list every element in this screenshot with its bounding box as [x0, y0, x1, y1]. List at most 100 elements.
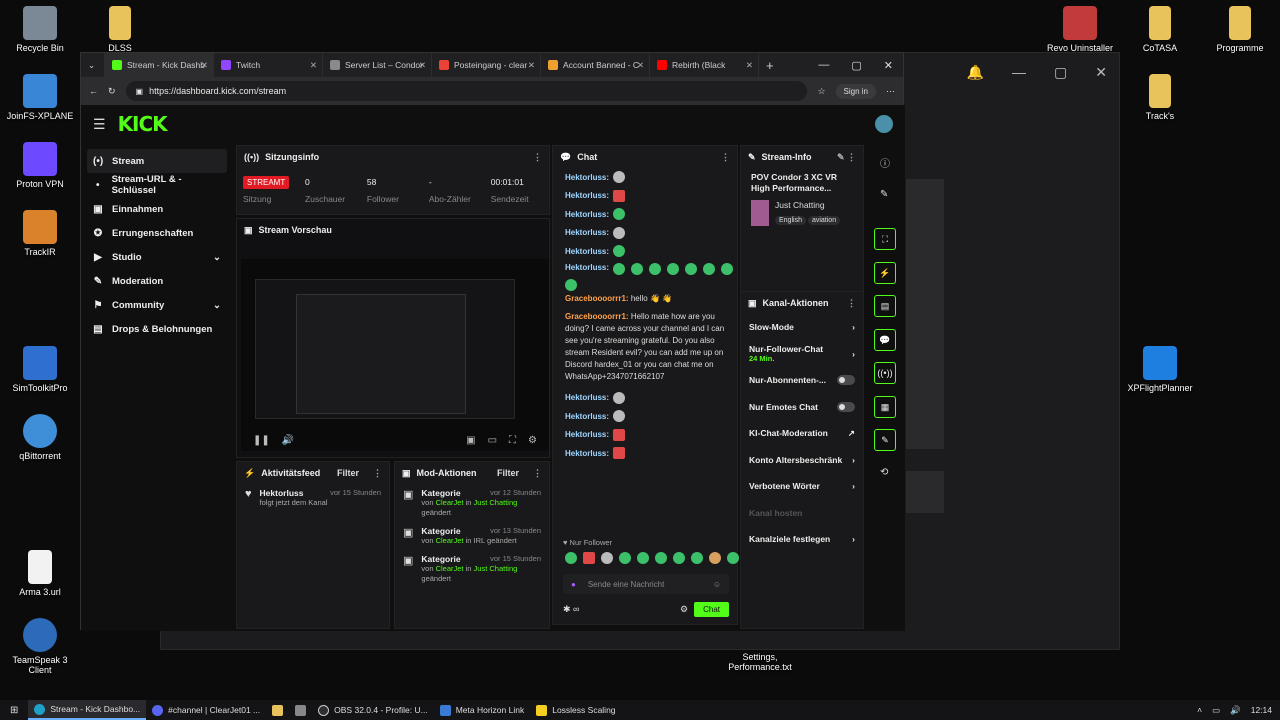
- tab-gmail[interactable]: Posteingang - clear ✕: [432, 53, 541, 77]
- rail-button-chat[interactable]: 💬: [874, 329, 896, 351]
- tab-account-banned[interactable]: Account Banned - C ✕: [541, 53, 650, 77]
- tab-server-list[interactable]: Server List – Condor ✕: [323, 53, 432, 77]
- emotes-toggle[interactable]: [837, 401, 855, 412]
- network-icon[interactable]: ▭: [1212, 705, 1220, 716]
- emote-icon[interactable]: [655, 552, 667, 564]
- sign-in-button[interactable]: Sign in: [835, 83, 876, 99]
- rail-button-bolt[interactable]: ⚡: [874, 262, 896, 284]
- chevron-up-icon[interactable]: ˄: [1197, 705, 1202, 715]
- tab-twitch[interactable]: Twitch ✕: [214, 53, 323, 77]
- subscriber-toggle[interactable]: [837, 375, 855, 386]
- emote-icon[interactable]: [565, 552, 577, 564]
- close-icon[interactable]: ✕: [884, 59, 893, 72]
- theater-icon[interactable]: ▭: [488, 435, 497, 446]
- send-chat-button[interactable]: Chat: [694, 602, 729, 617]
- desktop-icon-cotasa[interactable]: CoTASA: [1120, 6, 1200, 53]
- rail-button-notes[interactable]: ▤: [874, 295, 896, 317]
- emote-icon[interactable]: [691, 552, 703, 564]
- taskbar-item-explorer[interactable]: [266, 700, 289, 720]
- chevron-down-icon[interactable]: ⌄: [213, 252, 221, 263]
- taskbar-item-discord[interactable]: #channel | ClearJet01 ...: [146, 700, 266, 720]
- desktop-icon-dlss[interactable]: DLSS: [80, 6, 160, 53]
- desktop-icon-simtoolkitpro[interactable]: SimToolkitPro: [0, 346, 80, 393]
- pause-icon[interactable]: ❚❚: [253, 435, 270, 446]
- tab-kick-stream[interactable]: Stream - Kick Dashb ✕: [105, 53, 214, 77]
- points-icon[interactable]: ✱ ∞: [563, 604, 579, 615]
- desktop-icon-revo[interactable]: Revo Uninstaller: [1040, 6, 1120, 53]
- maximize-icon[interactable]: ▢: [1054, 64, 1067, 81]
- action-emotes-chat[interactable]: Nur Emotes Chat: [741, 394, 863, 421]
- desktop-icon-joinfs[interactable]: JoinFS-XPLANE: [0, 74, 80, 121]
- tag-aviation[interactable]: aviation: [807, 216, 841, 225]
- close-tab-icon[interactable]: ✕: [419, 60, 426, 71]
- new-tab-button[interactable]: +: [759, 53, 787, 77]
- action-ai-moderation[interactable]: KI-Chat-Moderation ↗: [741, 420, 863, 447]
- close-tab-icon[interactable]: ✕: [746, 60, 753, 71]
- info-icon[interactable]: ⓘ: [880, 155, 890, 170]
- more-icon[interactable]: ⋯: [886, 86, 895, 97]
- action-banned-words[interactable]: Verbotene Wörter ›: [741, 473, 863, 500]
- sidebar-item-moderation[interactable]: ✎ Moderation: [87, 269, 227, 293]
- desktop-icon-teamspeak[interactable]: TeamSpeak 3 Client: [0, 618, 80, 675]
- mic-icon[interactable]: ●: [571, 580, 576, 589]
- taskbar-item-app[interactable]: [289, 700, 312, 720]
- url-field[interactable]: ▣ https://dashboard.kick.com/stream: [125, 81, 808, 101]
- desktop-icon-arma3[interactable]: Arma 3.url: [0, 550, 80, 597]
- desktop-file-settings[interactable]: Settings, Performance.txt: [720, 652, 800, 672]
- more-options-icon[interactable]: ⋮: [533, 468, 542, 479]
- settings-icon[interactable]: ⚙: [680, 604, 688, 615]
- edit-icon[interactable]: ✎ ⋮: [837, 152, 856, 163]
- filter-button[interactable]: Filter: [497, 468, 519, 478]
- hamburger-menu-icon[interactable]: ☰: [93, 116, 106, 133]
- sidebar-item-drops[interactable]: ▤ Drops & Belohnungen: [87, 317, 227, 341]
- rail-button-tools[interactable]: ✎: [874, 429, 896, 451]
- share-icon[interactable]: ⟲: [880, 467, 888, 478]
- rail-button-broadcast[interactable]: ((•)): [874, 362, 896, 384]
- emote-icon[interactable]: [727, 552, 739, 564]
- maximize-icon[interactable]: ▢: [851, 59, 861, 72]
- desktop-icon-tracks[interactable]: Track's: [1120, 74, 1200, 121]
- emote-icon[interactable]: [637, 552, 649, 564]
- minimize-icon[interactable]: —: [1012, 64, 1026, 80]
- pip-icon[interactable]: ▣: [466, 435, 475, 446]
- minimize-icon[interactable]: —: [818, 59, 829, 72]
- rail-button-layout[interactable]: ▦: [874, 396, 896, 418]
- kick-logo[interactable]: KICK: [118, 112, 168, 136]
- taskbar-item-obs[interactable]: OBS 32.0.4 - Profile: U...: [312, 700, 434, 720]
- sidebar-item-errungenschaften[interactable]: ✪ Errungenschaften: [87, 221, 227, 245]
- action-age-restriction[interactable]: Konto Altersbeschränk ›: [741, 447, 863, 474]
- desktop-icon-protonvpn[interactable]: Proton VPN: [0, 142, 80, 189]
- volume-icon[interactable]: 🔊: [1230, 705, 1241, 716]
- back-icon[interactable]: ←: [89, 86, 98, 96]
- taskbar-item-lossless[interactable]: Lossless Scaling: [530, 700, 621, 720]
- more-options-icon[interactable]: ⋮: [533, 152, 542, 163]
- chevron-down-icon[interactable]: ⌄: [213, 300, 221, 311]
- action-channel-goals[interactable]: Kanalziele festlegen ›: [741, 526, 863, 553]
- chat-input[interactable]: ● Sende eine Nachricht ☺: [563, 574, 729, 594]
- close-tab-icon[interactable]: ✕: [528, 60, 535, 71]
- rail-button-fullscreen[interactable]: ⛶: [874, 228, 896, 250]
- emote-icon[interactable]: [619, 552, 631, 564]
- tab-menu[interactable]: ⌄: [81, 53, 105, 77]
- bell-icon[interactable]: 🔔: [967, 64, 984, 81]
- desktop-icon-qbittorrent[interactable]: qBittorrent: [0, 414, 80, 461]
- sidebar-item-studio[interactable]: ▶ Studio ⌄: [87, 245, 227, 269]
- sidebar-item-stream[interactable]: (•) Stream: [87, 149, 227, 173]
- star-icon[interactable]: ☆: [817, 86, 825, 97]
- more-options-icon[interactable]: ⋮: [847, 298, 856, 309]
- refresh-icon[interactable]: ↻: [108, 86, 116, 97]
- pencil-icon[interactable]: ✎: [880, 189, 888, 200]
- emote-icon[interactable]: [673, 552, 685, 564]
- close-icon[interactable]: ✕: [1095, 64, 1107, 81]
- emote-icon[interactable]: [583, 552, 595, 564]
- sidebar-item-community[interactable]: ⚑ Community ⌄: [87, 293, 227, 317]
- taskbar-item-edge[interactable]: Stream - Kick Dashbo...: [28, 700, 147, 720]
- stream-preview-video[interactable]: ❚❚ 🔊 ▣ ▭ ⛶ ⚙: [241, 259, 549, 451]
- more-options-icon[interactable]: ⋮: [721, 152, 730, 163]
- sidebar-item-einnahmen[interactable]: ▣ Einnahmen: [87, 197, 227, 221]
- action-follower-chat[interactable]: Nur-Follower-Chat 24 Min. ›: [741, 341, 863, 368]
- emote-icon[interactable]: [709, 552, 721, 564]
- tab-youtube[interactable]: Rebirth (Black ✕: [650, 53, 759, 77]
- settings-icon[interactable]: ⚙: [528, 435, 537, 446]
- close-tab-icon[interactable]: ✕: [310, 60, 317, 71]
